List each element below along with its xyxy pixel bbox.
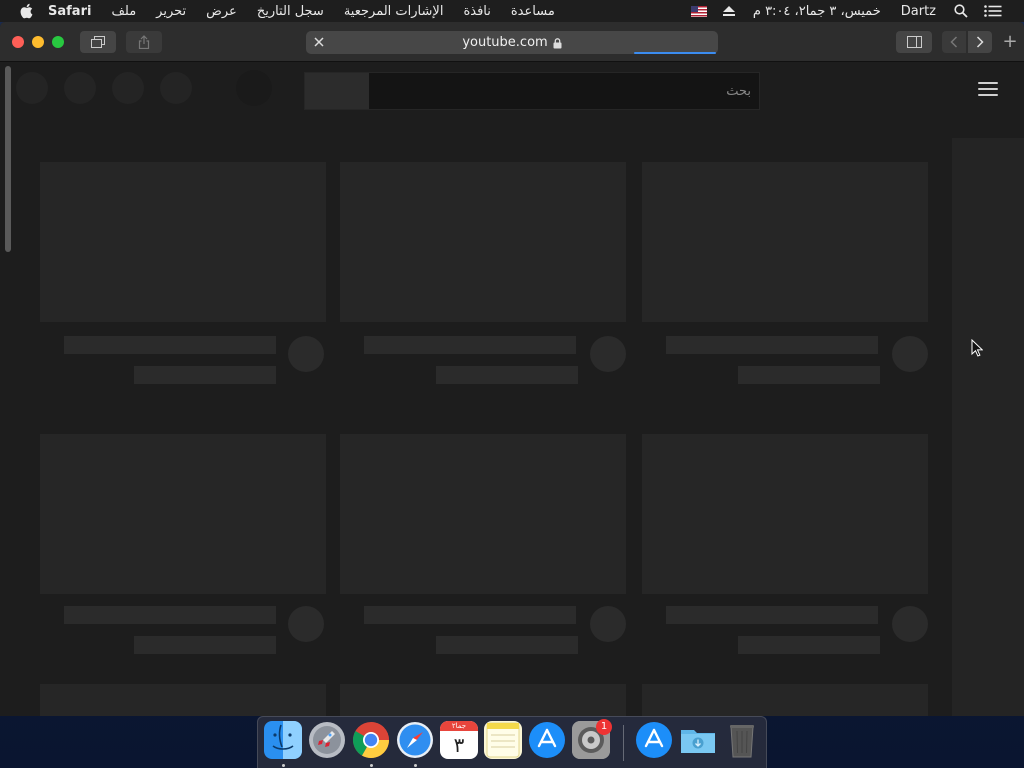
title-placeholder [364, 336, 576, 354]
menu-help[interactable]: مساعدة [501, 4, 565, 19]
safari-toolbar: youtube.com + [0, 22, 1024, 62]
title-placeholder [666, 336, 878, 354]
eject-icon[interactable] [715, 6, 743, 16]
meta-placeholder [436, 636, 578, 654]
menu-history[interactable]: سجل التاريخ [247, 4, 334, 19]
menu-user[interactable]: Dartz [891, 4, 946, 19]
meta-placeholder [738, 366, 880, 384]
topbar-placeholder-circle [64, 72, 96, 104]
launchpad-icon[interactable] [308, 721, 346, 759]
video-thumbnail-placeholder [340, 162, 626, 322]
guide-menu-icon[interactable] [978, 82, 998, 98]
zoom-window-button[interactable] [52, 36, 64, 48]
menu-app-name[interactable]: Safari [36, 4, 101, 19]
channel-avatar-placeholder [892, 606, 928, 642]
youtube-page [0, 62, 1024, 716]
title-placeholder [364, 606, 576, 624]
share-icon [138, 35, 150, 49]
url-text: youtube.com [462, 35, 548, 50]
menu-bookmarks[interactable]: الإشارات المرجعية [334, 4, 454, 19]
chrome-icon[interactable] [352, 721, 390, 759]
share-button[interactable] [126, 31, 162, 53]
menu-bar-right: خميس، ٣ جما٢، ٣:٠٤ م Dartz [683, 0, 1024, 22]
notification-center-icon[interactable] [976, 5, 1010, 17]
topbar-placeholder-circle [112, 72, 144, 104]
menu-bar: Safari ملف تحرير عرض سجل التاريخ الإشارا… [0, 0, 1024, 22]
meta-placeholder [134, 366, 276, 384]
chevron-right-icon [976, 36, 984, 48]
menu-view[interactable]: عرض [196, 4, 247, 19]
channel-avatar-placeholder [590, 336, 626, 372]
menu-window[interactable]: نافذة [453, 4, 500, 19]
new-tab-button[interactable]: + [1000, 32, 1020, 52]
guide-sidebar-placeholder [952, 138, 1024, 716]
title-placeholder [666, 606, 878, 624]
input-source-flag-icon[interactable] [683, 5, 715, 17]
avatar-placeholder [236, 70, 272, 106]
title-placeholder [64, 336, 276, 354]
lock-icon [553, 38, 562, 49]
minimize-window-button[interactable] [32, 36, 44, 48]
calendar-day-label: ٣ [453, 733, 465, 757]
menu-bar-left: Safari ملف تحرير عرض سجل التاريخ الإشارا… [0, 0, 565, 22]
trash-icon[interactable] [723, 721, 761, 759]
video-thumbnail-placeholder [642, 162, 928, 322]
menu-clock[interactable]: خميس، ٣ جما٢، ٣:٠٤ م [743, 4, 891, 19]
sidebar-icon [906, 36, 922, 48]
back-button[interactable] [942, 31, 966, 53]
meta-placeholder [436, 366, 578, 384]
show-all-tabs-button[interactable] [80, 31, 116, 53]
video-thumbnail-placeholder [40, 434, 326, 594]
forward-button[interactable] [968, 31, 992, 53]
finder-running-indicator [282, 764, 285, 767]
stop-loading-icon[interactable] [312, 35, 326, 49]
dock: جما٢ ٣ 1 [257, 716, 767, 768]
video-thumbnail-placeholder[interactable] [642, 684, 928, 716]
calendar-month-label: جما٢ [440, 721, 478, 731]
page-load-progress [634, 52, 716, 54]
safari-running-indicator [414, 764, 417, 767]
chrome-running-indicator [370, 764, 373, 767]
tabs-overview-icon [91, 36, 105, 48]
dock-separator [623, 725, 624, 761]
apple-menu-icon[interactable] [16, 0, 36, 22]
meta-placeholder [738, 636, 880, 654]
channel-avatar-placeholder [288, 606, 324, 642]
channel-avatar-placeholder [590, 606, 626, 642]
close-window-button[interactable] [12, 36, 24, 48]
system-preferences-badge: 1 [596, 719, 612, 735]
video-thumbnail-placeholder[interactable] [40, 684, 326, 716]
downloads-folder-icon[interactable] [679, 721, 717, 759]
channel-avatar-placeholder [892, 336, 928, 372]
notes-icon[interactable] [484, 721, 522, 759]
url-display: youtube.com [462, 35, 562, 50]
chevron-left-icon [950, 36, 958, 48]
menu-edit[interactable]: تحرير [146, 4, 196, 19]
video-thumbnail-placeholder [40, 162, 326, 322]
search-button[interactable] [305, 73, 369, 109]
sidebar-toggle-button[interactable] [896, 31, 932, 53]
meta-placeholder [134, 636, 276, 654]
mouse-pointer-icon [971, 339, 983, 357]
video-thumbnail-placeholder [642, 434, 928, 594]
address-bar[interactable]: youtube.com [306, 31, 718, 54]
app-store-icon[interactable] [528, 721, 566, 759]
title-placeholder [64, 606, 276, 624]
topbar-placeholder-circle [16, 72, 48, 104]
search-input[interactable] [369, 73, 759, 109]
topbar-placeholder-circle [160, 72, 192, 104]
video-thumbnail-placeholder [340, 434, 626, 594]
safari-window: youtube.com + [0, 22, 1024, 716]
finder-icon[interactable] [264, 721, 302, 759]
video-thumbnail-placeholder[interactable] [340, 684, 626, 716]
calendar-icon[interactable]: جما٢ ٣ [440, 721, 478, 759]
youtube-search-box [304, 72, 760, 110]
safari-icon[interactable] [396, 721, 434, 759]
spotlight-search-icon[interactable] [946, 4, 976, 18]
page-scrollbar-thumb[interactable] [5, 66, 11, 252]
channel-avatar-placeholder [288, 336, 324, 372]
menu-file[interactable]: ملف [101, 4, 146, 19]
app-store-download-icon[interactable] [635, 721, 673, 759]
